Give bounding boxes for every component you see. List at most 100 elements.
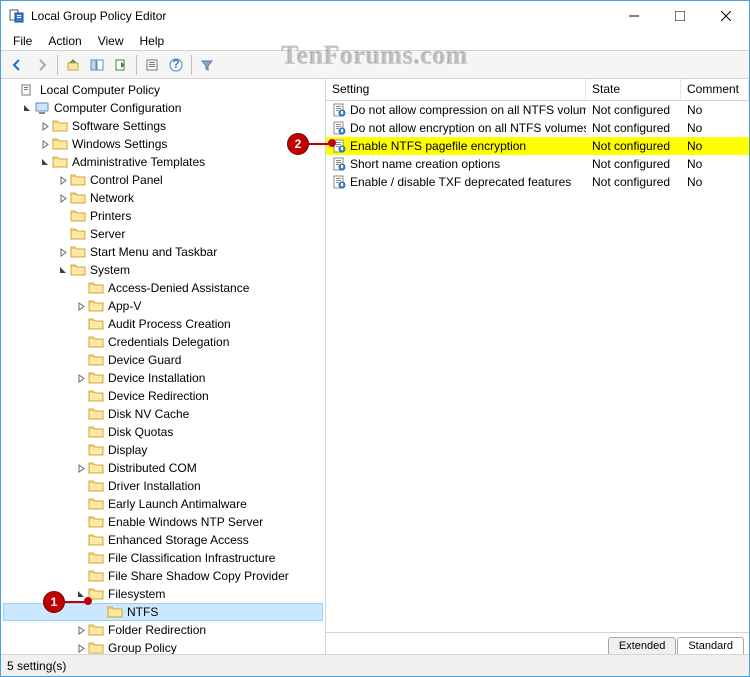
tree-pane[interactable]: Local Computer PolicyComputer Configurat…	[1, 79, 326, 654]
tree-label: Device Installation	[108, 371, 205, 385]
callout-2: 2	[287, 133, 309, 155]
computer-icon	[34, 101, 50, 115]
back-button[interactable]	[7, 54, 29, 76]
setting-row[interactable]: Do not allow compression on all NTFS vol…	[326, 101, 749, 119]
folder-icon	[52, 137, 68, 151]
tree-network[interactable]: Network	[3, 189, 323, 207]
tree-label: Filesystem	[108, 587, 165, 601]
setting-row[interactable]: Enable NTFS pagefile encryption Not conf…	[326, 137, 749, 155]
tree-file-share-shadow-copy-provider[interactable]: File Share Shadow Copy Provider	[3, 567, 323, 585]
tree-computer-configuration[interactable]: Computer Configuration	[3, 99, 323, 117]
setting-name: Short name creation options	[350, 157, 500, 171]
tree-audit-process-creation[interactable]: Audit Process Creation	[3, 315, 323, 333]
expander-open-icon[interactable]	[57, 264, 69, 276]
folder-icon	[88, 353, 104, 367]
tree-folder-redirection[interactable]: Folder Redirection	[3, 621, 323, 639]
folder-icon	[70, 191, 86, 205]
list-body[interactable]: Do not allow compression on all NTFS vol…	[326, 101, 749, 632]
policy-root-icon	[20, 83, 36, 97]
tree-start-menu-taskbar[interactable]: Start Menu and Taskbar	[3, 243, 323, 261]
tree-administrative-templates[interactable]: Administrative Templates	[3, 153, 323, 171]
folder-icon	[88, 371, 104, 385]
tree-distributed-com[interactable]: Distributed COM	[3, 459, 323, 477]
tree-root[interactable]: Local Computer Policy	[3, 81, 323, 99]
expander-closed-icon[interactable]	[75, 462, 87, 474]
export-button[interactable]	[110, 54, 132, 76]
expander-closed-icon[interactable]	[57, 174, 69, 186]
close-button[interactable]	[703, 1, 749, 31]
setting-row[interactable]: Short name creation options Not configur…	[326, 155, 749, 173]
tree-system[interactable]: System	[3, 261, 323, 279]
show-hide-tree-button[interactable]	[86, 54, 108, 76]
tree-label: Printers	[90, 209, 131, 223]
tree-control-panel[interactable]: Control Panel	[3, 171, 323, 189]
tree-device-installation[interactable]: Device Installation	[3, 369, 323, 387]
status-text: 5 setting(s)	[7, 659, 66, 673]
up-button[interactable]	[62, 54, 84, 76]
setting-row[interactable]: Do not allow encryption on all NTFS volu…	[326, 119, 749, 137]
tree-display[interactable]: Display	[3, 441, 323, 459]
expander-closed-icon[interactable]	[75, 624, 87, 636]
column-state[interactable]: State	[586, 79, 681, 100]
folder-icon	[70, 263, 86, 277]
folder-icon	[70, 227, 86, 241]
tree-file-classification-infrastructure[interactable]: File Classification Infrastructure	[3, 549, 323, 567]
tree-disk-quotas[interactable]: Disk Quotas	[3, 423, 323, 441]
tree-app-v[interactable]: App-V	[3, 297, 323, 315]
menu-action[interactable]: Action	[40, 32, 89, 50]
folder-icon	[88, 281, 104, 295]
column-setting[interactable]: Setting	[326, 79, 586, 100]
callout-2-line	[309, 143, 329, 145]
forward-button[interactable]	[31, 54, 53, 76]
toolbar-separator	[136, 55, 137, 75]
tree-windows-settings[interactable]: Windows Settings	[3, 135, 323, 153]
tree-enhanced-storage-access[interactable]: Enhanced Storage Access	[3, 531, 323, 549]
menu-view[interactable]: View	[90, 32, 132, 50]
callout-1-dot	[84, 597, 92, 605]
menu-help[interactable]: Help	[132, 32, 173, 50]
refresh-button[interactable]	[141, 54, 163, 76]
tab-extended[interactable]: Extended	[608, 637, 676, 654]
folder-icon	[107, 605, 123, 619]
setting-state: Not configured	[586, 120, 681, 136]
menu-file[interactable]: File	[5, 32, 40, 50]
tab-standard[interactable]: Standard	[677, 637, 744, 654]
tree-group-policy[interactable]: Group Policy	[3, 639, 323, 654]
folder-icon	[88, 299, 104, 313]
folder-icon	[88, 479, 104, 493]
expander-closed-icon[interactable]	[75, 642, 87, 654]
tree-credentials-delegation[interactable]: Credentials Delegation	[3, 333, 323, 351]
help-button[interactable]: ?	[165, 54, 187, 76]
setting-state: Not configured	[586, 102, 681, 118]
tree-early-launch-antimalware[interactable]: Early Launch Antimalware	[3, 495, 323, 513]
tree-software-settings[interactable]: Software Settings	[3, 117, 323, 135]
tree-disk-nv-cache[interactable]: Disk NV Cache	[3, 405, 323, 423]
tree-device-redirection[interactable]: Device Redirection	[3, 387, 323, 405]
setting-state: Not configured	[586, 174, 681, 190]
minimize-button[interactable]	[611, 1, 657, 31]
tree-access-denied-assistance[interactable]: Access-Denied Assistance	[3, 279, 323, 297]
setting-comment: No	[681, 174, 749, 190]
tree-printers[interactable]: Printers	[3, 207, 323, 225]
column-comment[interactable]: Comment	[681, 79, 749, 100]
tree-device-guard[interactable]: Device Guard	[3, 351, 323, 369]
maximize-button[interactable]	[657, 1, 703, 31]
tree-driver-installation[interactable]: Driver Installation	[3, 477, 323, 495]
folder-icon	[88, 623, 104, 637]
expander-open-icon[interactable]	[21, 102, 33, 114]
tree-server[interactable]: Server	[3, 225, 323, 243]
expander-closed-icon[interactable]	[57, 192, 69, 204]
folder-icon	[88, 533, 104, 547]
folder-icon	[88, 515, 104, 529]
filter-button[interactable]	[196, 54, 218, 76]
expander-closed-icon[interactable]	[75, 300, 87, 312]
expander-closed-icon[interactable]	[75, 372, 87, 384]
tree-enable-windows-ntp-server[interactable]: Enable Windows NTP Server	[3, 513, 323, 531]
tree-label: Software Settings	[72, 119, 166, 133]
expander-open-icon[interactable]	[39, 156, 51, 168]
expander-closed-icon[interactable]	[39, 138, 51, 150]
tree-label: Driver Installation	[108, 479, 201, 493]
expander-closed-icon[interactable]	[39, 120, 51, 132]
expander-closed-icon[interactable]	[57, 246, 69, 258]
setting-row[interactable]: Enable / disable TXF deprecated features…	[326, 173, 749, 191]
